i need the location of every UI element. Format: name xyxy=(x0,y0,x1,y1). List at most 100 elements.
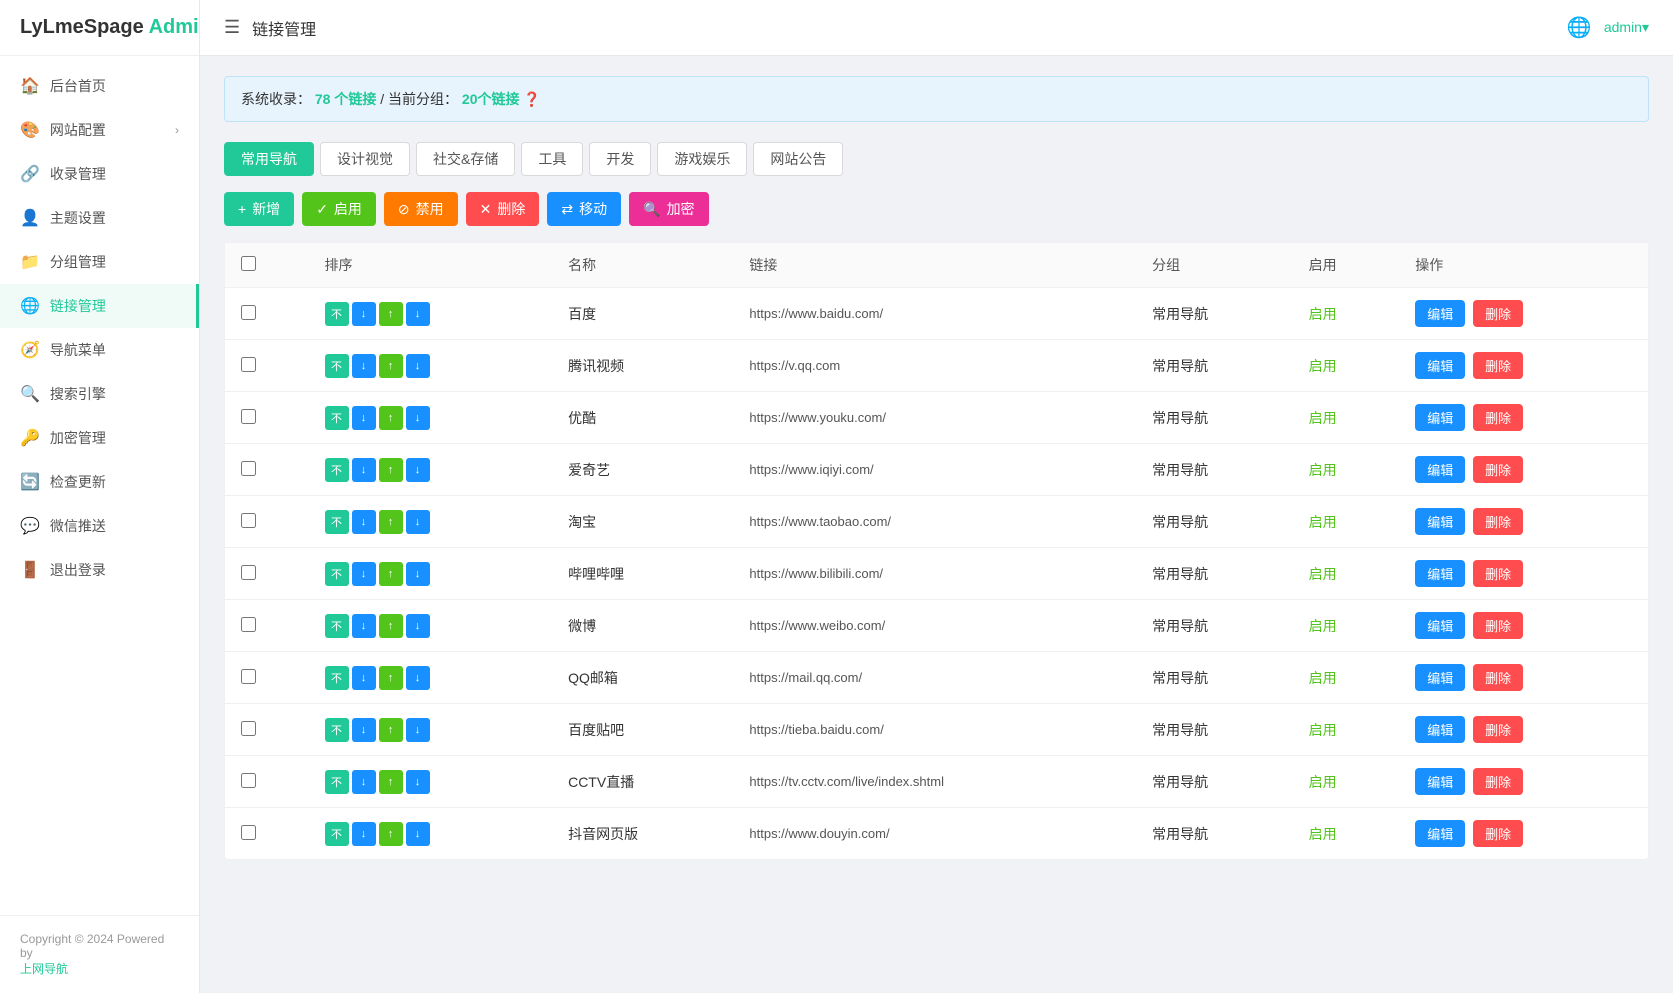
tab-announce[interactable]: 网站公告 xyxy=(753,142,843,176)
select-all-checkbox[interactable] xyxy=(241,256,256,271)
row-checkbox-3[interactable] xyxy=(241,461,256,476)
sort-bottom-5[interactable]: ↓ xyxy=(406,562,430,586)
sort-top-8[interactable]: 不 xyxy=(325,718,349,742)
sort-down-4[interactable]: ↓ xyxy=(352,510,376,534)
row-checkbox-0[interactable] xyxy=(241,305,256,320)
sort-bottom-2[interactable]: ↓ xyxy=(406,406,430,430)
sidebar-item-group[interactable]: 📁 分组管理 xyxy=(0,240,199,284)
sort-top-4[interactable]: 不 xyxy=(325,510,349,534)
row-checkbox-9[interactable] xyxy=(241,773,256,788)
delete-button-0[interactable]: 删除 xyxy=(1473,300,1523,327)
sort-up-8[interactable]: ↑ xyxy=(379,718,403,742)
row-checkbox-6[interactable] xyxy=(241,617,256,632)
globe-icon[interactable]: 🌐 xyxy=(1567,15,1592,40)
edit-button-9[interactable]: 编辑 xyxy=(1415,768,1465,795)
help-icon[interactable]: ❓ xyxy=(523,91,540,107)
edit-button-5[interactable]: 编辑 xyxy=(1415,560,1465,587)
delete-button-7[interactable]: 删除 xyxy=(1473,664,1523,691)
sort-top-3[interactable]: 不 xyxy=(325,458,349,482)
edit-button-8[interactable]: 编辑 xyxy=(1415,716,1465,743)
action-enable[interactable]: ✓启用 xyxy=(302,192,376,226)
sort-top-6[interactable]: 不 xyxy=(325,614,349,638)
delete-button-10[interactable]: 删除 xyxy=(1473,820,1523,847)
sort-bottom-1[interactable]: ↓ xyxy=(406,354,430,378)
sort-down-10[interactable]: ↓ xyxy=(352,822,376,846)
row-checkbox-4[interactable] xyxy=(241,513,256,528)
sidebar-item-nav-menu[interactable]: 🧭 导航菜单 xyxy=(0,328,199,372)
delete-button-9[interactable]: 删除 xyxy=(1473,768,1523,795)
sort-down-5[interactable]: ↓ xyxy=(352,562,376,586)
delete-button-1[interactable]: 删除 xyxy=(1473,352,1523,379)
sort-bottom-10[interactable]: ↓ xyxy=(406,822,430,846)
tab-social[interactable]: 社交&存储 xyxy=(416,142,515,176)
sort-down-0[interactable]: ↓ xyxy=(352,302,376,326)
sort-top-7[interactable]: 不 xyxy=(325,666,349,690)
sort-up-7[interactable]: ↑ xyxy=(379,666,403,690)
sort-down-9[interactable]: ↓ xyxy=(352,770,376,794)
sidebar-item-logout[interactable]: 🚪 退出登录 xyxy=(0,548,199,592)
row-checkbox-2[interactable] xyxy=(241,409,256,424)
row-checkbox-7[interactable] xyxy=(241,669,256,684)
edit-button-0[interactable]: 编辑 xyxy=(1415,300,1465,327)
row-checkbox-1[interactable] xyxy=(241,357,256,372)
edit-button-6[interactable]: 编辑 xyxy=(1415,612,1465,639)
sort-down-6[interactable]: ↓ xyxy=(352,614,376,638)
sidebar-item-home[interactable]: 🏠 后台首页 xyxy=(0,64,199,108)
sort-up-2[interactable]: ↑ xyxy=(379,406,403,430)
sort-down-2[interactable]: ↓ xyxy=(352,406,376,430)
tab-design[interactable]: 设计视觉 xyxy=(320,142,410,176)
action-add[interactable]: +新增 xyxy=(224,192,294,226)
delete-button-6[interactable]: 删除 xyxy=(1473,612,1523,639)
edit-button-7[interactable]: 编辑 xyxy=(1415,664,1465,691)
row-checkbox-10[interactable] xyxy=(241,825,256,840)
sort-up-0[interactable]: ↑ xyxy=(379,302,403,326)
row-checkbox-5[interactable] xyxy=(241,565,256,580)
delete-button-4[interactable]: 删除 xyxy=(1473,508,1523,535)
delete-button-8[interactable]: 删除 xyxy=(1473,716,1523,743)
sort-top-0[interactable]: 不 xyxy=(325,302,349,326)
sort-bottom-8[interactable]: ↓ xyxy=(406,718,430,742)
sort-bottom-6[interactable]: ↓ xyxy=(406,614,430,638)
action-encrypt[interactable]: 🔍加密 xyxy=(629,192,708,226)
sort-up-10[interactable]: ↑ xyxy=(379,822,403,846)
menu-icon[interactable]: ☰ xyxy=(224,17,240,38)
delete-button-5[interactable]: 删除 xyxy=(1473,560,1523,587)
sort-bottom-0[interactable]: ↓ xyxy=(406,302,430,326)
tab-game[interactable]: 游戏娱乐 xyxy=(657,142,747,176)
edit-button-10[interactable]: 编辑 xyxy=(1415,820,1465,847)
row-checkbox-8[interactable] xyxy=(241,721,256,736)
sort-top-9[interactable]: 不 xyxy=(325,770,349,794)
sort-top-5[interactable]: 不 xyxy=(325,562,349,586)
sort-top-2[interactable]: 不 xyxy=(325,406,349,430)
edit-button-1[interactable]: 编辑 xyxy=(1415,352,1465,379)
sort-up-1[interactable]: ↑ xyxy=(379,354,403,378)
sort-bottom-7[interactable]: ↓ xyxy=(406,666,430,690)
sort-down-7[interactable]: ↓ xyxy=(352,666,376,690)
sort-top-1[interactable]: 不 xyxy=(325,354,349,378)
action-disable[interactable]: ⊘禁用 xyxy=(384,192,458,226)
sidebar-item-wechat[interactable]: 💬 微信推送 xyxy=(0,504,199,548)
sort-bottom-9[interactable]: ↓ xyxy=(406,770,430,794)
sort-up-3[interactable]: ↑ xyxy=(379,458,403,482)
action-move[interactable]: ⇄移动 xyxy=(547,192,621,226)
edit-button-2[interactable]: 编辑 xyxy=(1415,404,1465,431)
sort-up-6[interactable]: ↑ xyxy=(379,614,403,638)
tab-dev[interactable]: 开发 xyxy=(589,142,651,176)
sidebar-item-theme[interactable]: 👤 主题设置 xyxy=(0,196,199,240)
sort-down-8[interactable]: ↓ xyxy=(352,718,376,742)
tab-tools[interactable]: 工具 xyxy=(521,142,583,176)
sidebar-item-link[interactable]: 🌐 链接管理 xyxy=(0,284,199,328)
sidebar-item-search[interactable]: 🔍 搜索引擎 xyxy=(0,372,199,416)
sort-down-1[interactable]: ↓ xyxy=(352,354,376,378)
sidebar-item-update[interactable]: 🔄 检查更新 xyxy=(0,460,199,504)
sort-down-3[interactable]: ↓ xyxy=(352,458,376,482)
delete-button-2[interactable]: 删除 xyxy=(1473,404,1523,431)
sidebar-item-collect[interactable]: 🔗 收录管理 xyxy=(0,152,199,196)
sort-bottom-3[interactable]: ↓ xyxy=(406,458,430,482)
sidebar-item-site-config[interactable]: 🎨 网站配置 › xyxy=(0,108,199,152)
sort-up-4[interactable]: ↑ xyxy=(379,510,403,534)
sort-up-5[interactable]: ↑ xyxy=(379,562,403,586)
action-delete[interactable]: ✕删除 xyxy=(466,192,540,226)
footer-link[interactable]: 上网导航 xyxy=(20,962,68,976)
sort-up-9[interactable]: ↑ xyxy=(379,770,403,794)
